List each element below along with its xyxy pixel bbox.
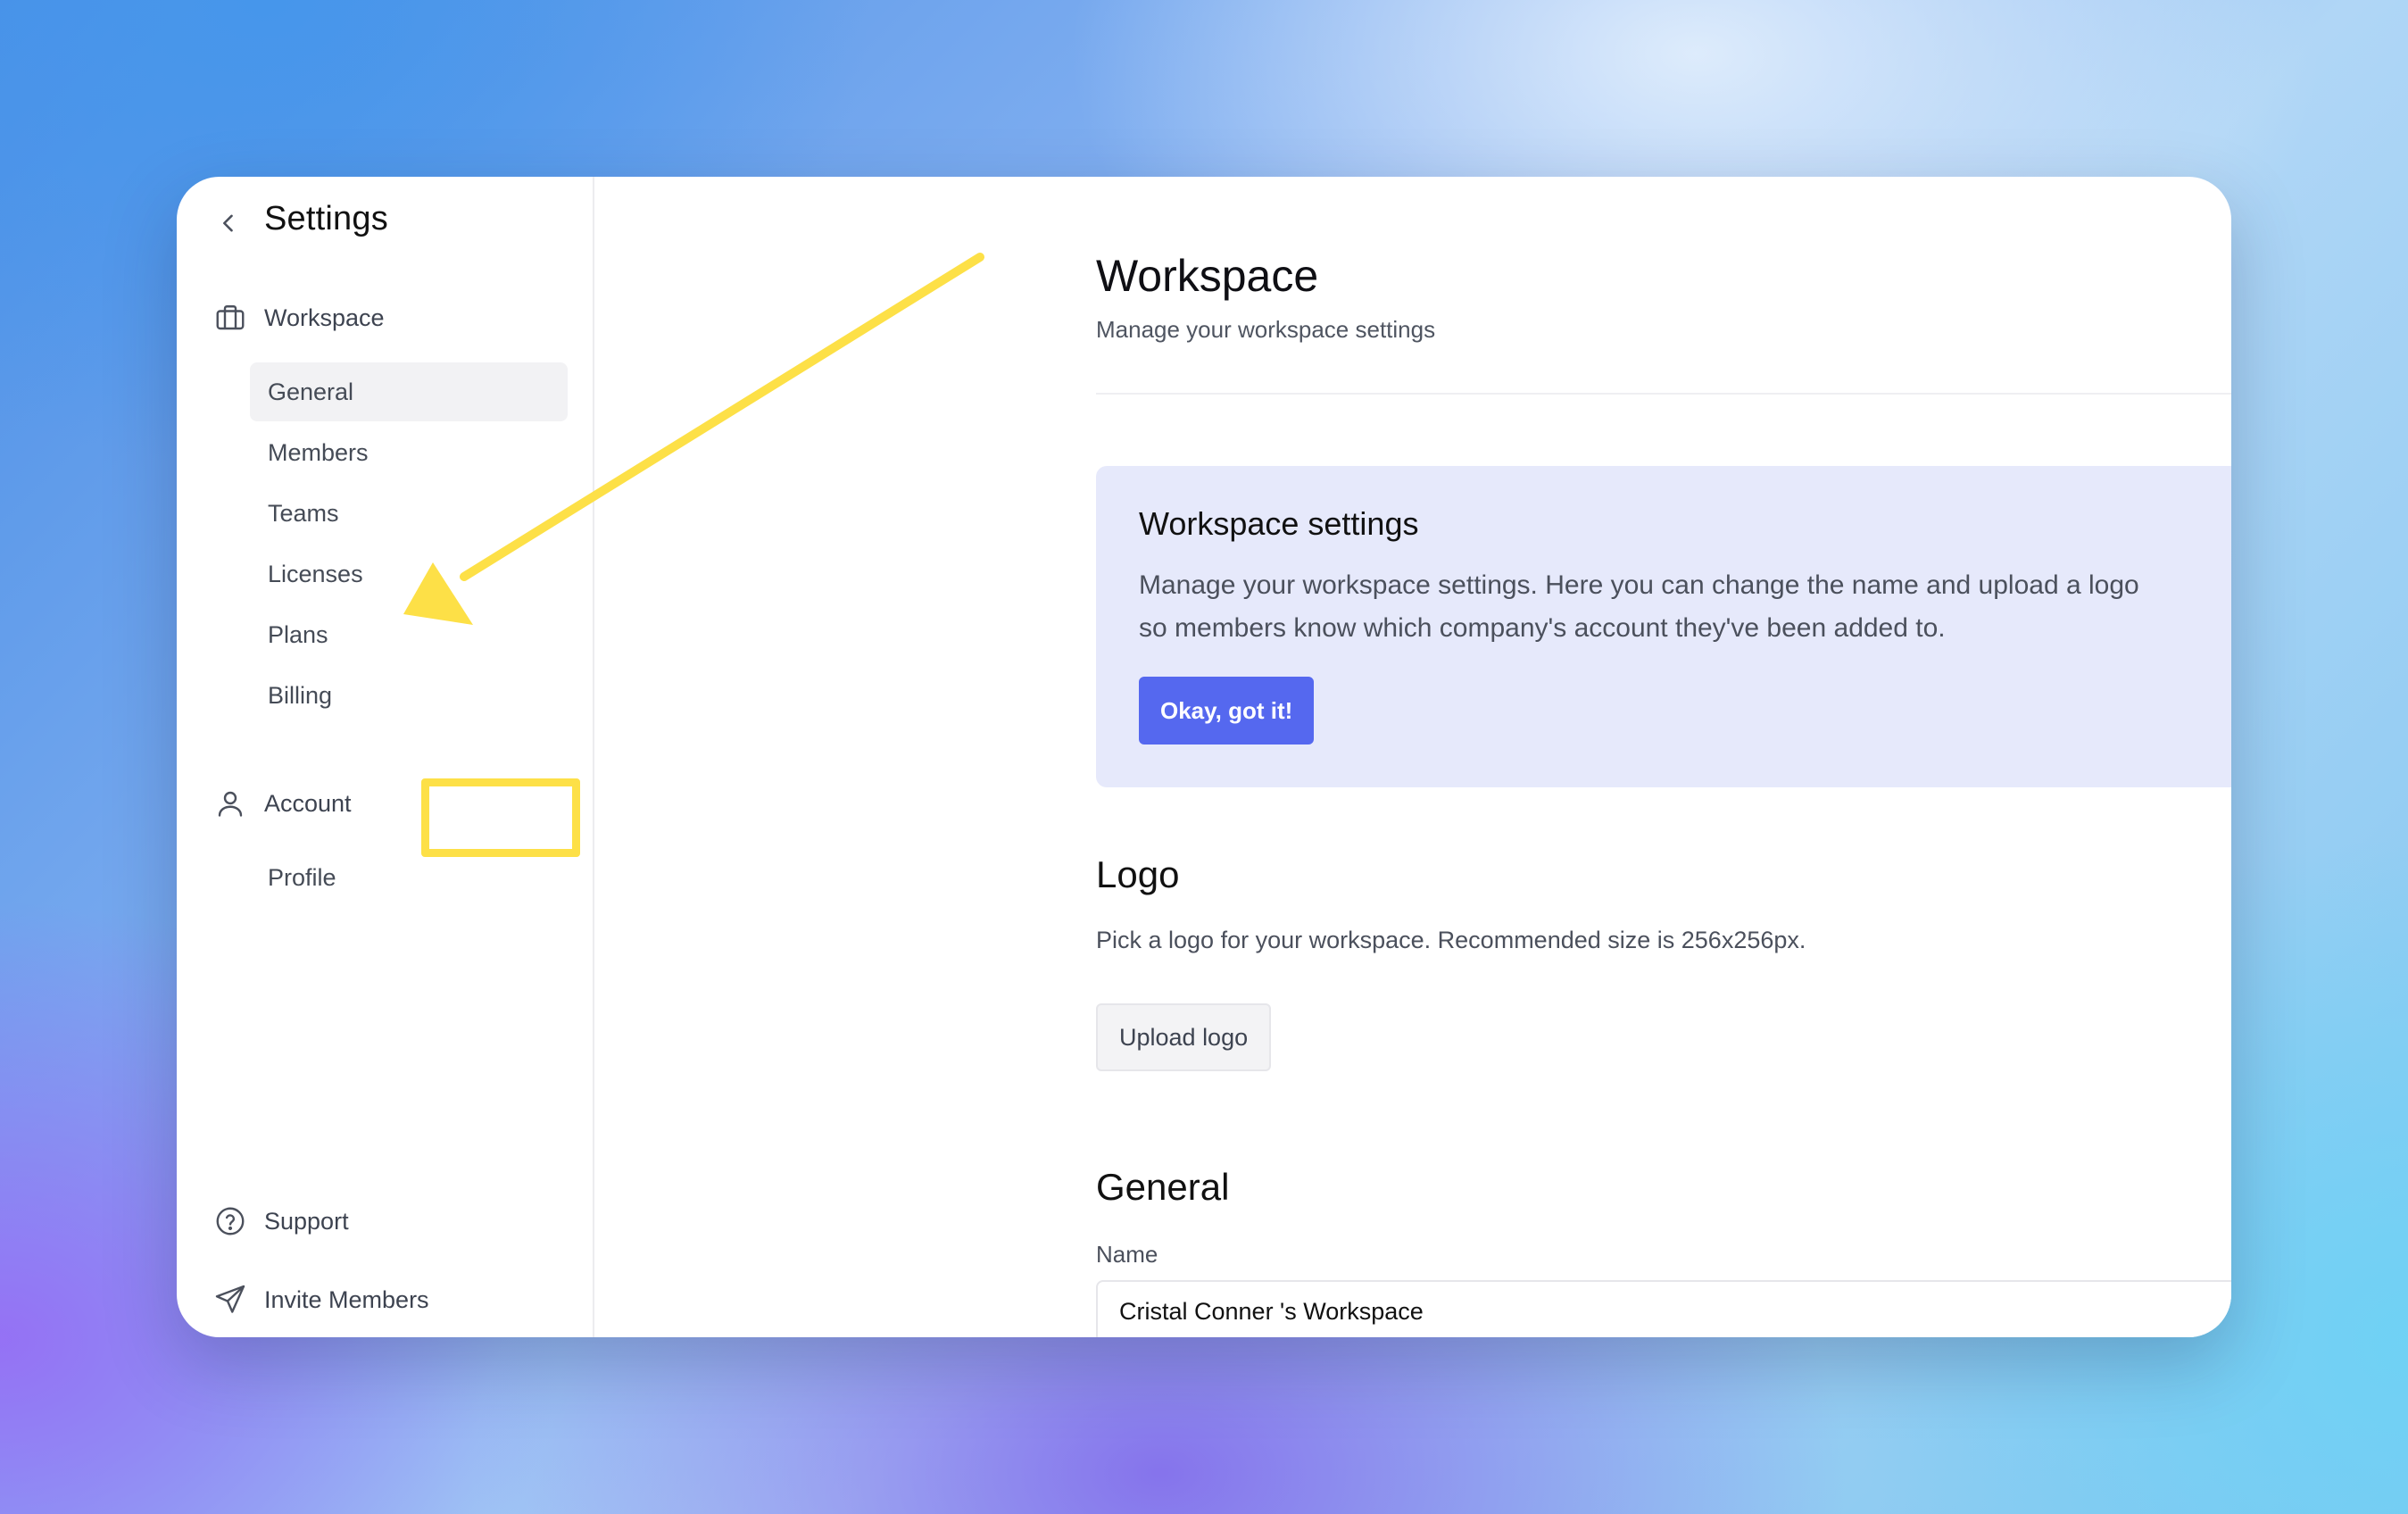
workspace-section-label: Workspace — [264, 304, 385, 331]
workspace-settings-callout: Workspace settings Manage your workspace… — [1096, 466, 2231, 787]
page-title: Workspace — [1096, 251, 1319, 301]
settings-main: Workspace Manage your workspace settings… — [594, 177, 2231, 1337]
user-icon — [218, 791, 243, 817]
support-label: Support — [264, 1207, 349, 1235]
sidebar-item-licenses[interactable]: Licenses — [250, 545, 568, 603]
invite-members-link[interactable]: Invite Members — [214, 1282, 429, 1318]
support-link[interactable]: Support — [214, 1203, 349, 1239]
callout-title: Workspace settings — [1139, 505, 1419, 542]
sidebar-item-general[interactable]: General — [250, 362, 568, 421]
sidebar-item-profile[interactable]: Profile — [250, 848, 568, 907]
general-section-title: General — [1096, 1166, 1230, 1208]
callout-body: Manage your workspace settings. Here you… — [1139, 570, 2139, 643]
help-circle-icon — [216, 1207, 245, 1235]
account-section-label: Account — [264, 789, 352, 817]
name-field-label: Name — [1096, 1241, 1158, 1268]
chevron-left-icon — [223, 214, 233, 232]
settings-sidebar: Settings Workspace General Members Teams… — [177, 177, 594, 1337]
sidebar-title: Settings — [264, 200, 388, 237]
page-subtitle: Manage your workspace settings — [1096, 316, 1436, 343]
briefcase-icon — [216, 305, 245, 330]
send-icon — [215, 1285, 245, 1313]
invite-members-label: Invite Members — [264, 1285, 429, 1313]
sidebar-item-billing[interactable]: Billing — [250, 666, 568, 725]
logo-description: Pick a logo for your workspace. Recommen… — [1096, 927, 1806, 953]
header-divider — [1096, 393, 2231, 395]
workspace-section-header: Workspace — [214, 300, 385, 336]
sidebar-item-members[interactable]: Members — [250, 423, 568, 482]
sidebar-item-teams[interactable]: Teams — [250, 484, 568, 543]
back-button[interactable] — [212, 207, 245, 239]
settings-window: Settings Workspace General Members Teams… — [177, 177, 2231, 1337]
okay-got-it-button[interactable]: Okay, got it! — [1139, 677, 1315, 745]
account-section-header: Account — [214, 786, 352, 821]
upload-logo-button[interactable]: Upload logo — [1096, 1003, 1272, 1071]
logo-section-title: Logo — [1096, 853, 1180, 895]
workspace-name-field[interactable] — [1096, 1280, 2231, 1337]
sidebar-item-plans[interactable]: Plans — [250, 605, 568, 664]
